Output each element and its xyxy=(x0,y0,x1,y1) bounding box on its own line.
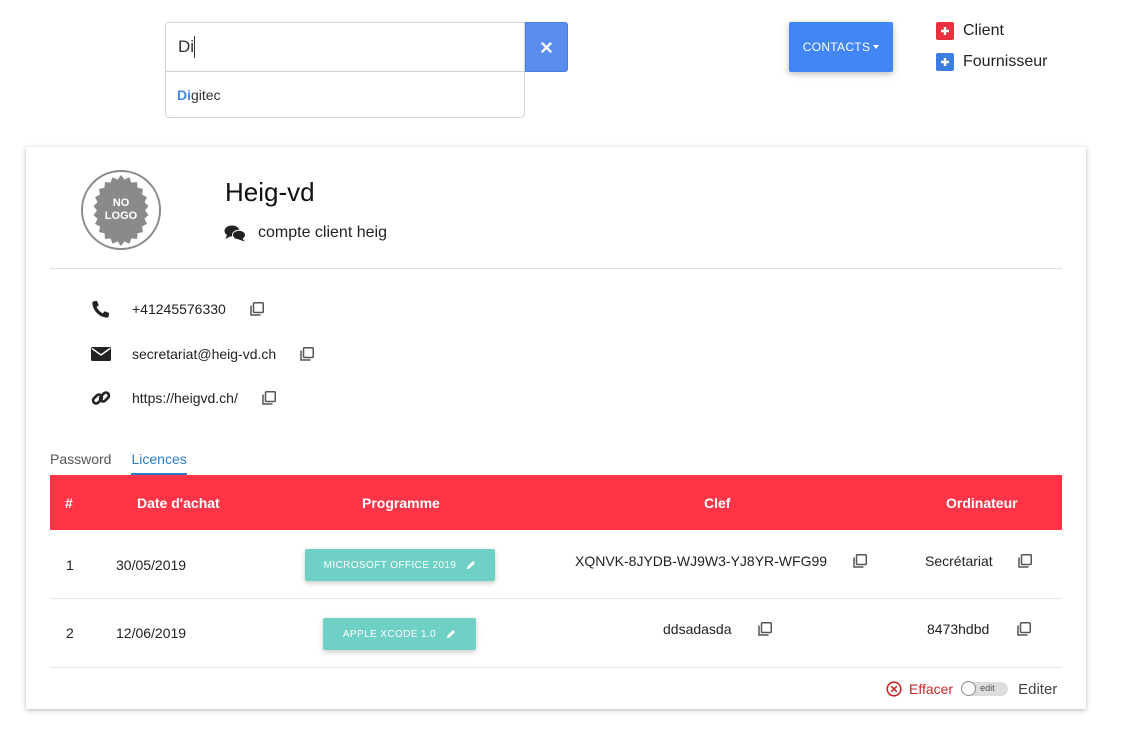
column-header-date: Date d'achat xyxy=(137,494,220,511)
licences-table-header: # Date d'achat Programme Clef Ordinateur xyxy=(50,475,1062,530)
row-date: 30/05/2019 xyxy=(116,557,187,573)
plus-square-icon xyxy=(936,53,954,71)
legend-supplier: Fournisseur xyxy=(936,52,1047,72)
toggle-label: edit xyxy=(980,683,995,693)
suggestion-item[interactable]: Digitec xyxy=(177,87,221,103)
tabs: Password Licences xyxy=(50,451,207,475)
comments-icon xyxy=(224,225,246,241)
website-row: https://heigvd.ch/ xyxy=(90,386,276,410)
phone-value: +41245576330 xyxy=(132,301,226,317)
delete-label: Effacer xyxy=(909,681,954,697)
column-header-number: # xyxy=(65,494,73,511)
copy-icon[interactable] xyxy=(757,622,772,636)
edit-toggle[interactable]: edit xyxy=(961,681,1009,696)
row-computer: 8473hdbd xyxy=(927,621,1032,637)
copy-icon[interactable] xyxy=(250,302,264,316)
phone-row: +41245576330 xyxy=(90,297,264,321)
search-input[interactable] xyxy=(166,23,524,71)
row-key-value: XQNVK-8JYDB-WJ9W3-YJ8YR-WFG99 xyxy=(575,553,828,569)
column-header-computer: Ordinateur xyxy=(946,494,1018,511)
company-comment: compte client heig xyxy=(224,224,387,242)
phone-icon xyxy=(90,300,112,318)
toggle-knob xyxy=(961,681,977,696)
copy-icon[interactable] xyxy=(1017,622,1032,636)
remove-circle-icon xyxy=(886,681,902,697)
row-key: XQNVK-8JYDB-WJ9W3-YJ8YR-WFG99 xyxy=(575,553,868,569)
pencil-icon xyxy=(447,630,456,638)
row-computer-value: 8473hdbd xyxy=(927,621,990,637)
copy-icon[interactable] xyxy=(262,391,276,405)
copy-icon[interactable] xyxy=(300,347,315,361)
row-number: 1 xyxy=(66,557,74,573)
legend-client: Client xyxy=(936,21,1004,41)
divider xyxy=(50,268,1062,269)
suggestion-match: Di xyxy=(177,87,191,103)
company-card: NO LOGO Heig-vd compte client heig +4124… xyxy=(26,147,1086,709)
text-cursor xyxy=(194,36,195,58)
pencil-icon xyxy=(467,561,476,569)
row-key-value: ddsadasda xyxy=(663,621,732,637)
column-header-key: Clef xyxy=(704,494,731,511)
email-row: secretariat@heig-vd.ch xyxy=(90,342,315,366)
program-label: APPLE XCODE 1.0 xyxy=(342,628,437,640)
legend-client-label: Client xyxy=(963,22,1004,39)
row-date: 12/06/2019 xyxy=(116,625,187,641)
link-icon xyxy=(90,388,112,408)
tab-licences[interactable]: Licences xyxy=(131,451,187,475)
program-button[interactable]: MICROSOFT OFFICE 2019 xyxy=(305,549,495,581)
company-comment-text: compte client heig xyxy=(258,224,387,241)
delete-button[interactable]: Effacer xyxy=(886,681,953,697)
search-suggestions: Digitec xyxy=(165,71,525,118)
row-number: 2 xyxy=(66,625,74,641)
table-row: 2 12/06/2019 APPLE XCODE 1.0 ddsadasda 8… xyxy=(50,600,1062,668)
logo-text-line1: NO xyxy=(113,197,130,209)
edit-label: Editer xyxy=(1018,680,1058,698)
program-label: MICROSOFT OFFICE 2019 xyxy=(323,559,457,571)
contacts-dropdown-button[interactable]: CONTACTS xyxy=(789,22,893,72)
row-computer-value: Secrétariat xyxy=(925,553,993,569)
search-input-wrapper[interactable] xyxy=(165,22,525,72)
suggestion-rest: gitec xyxy=(191,87,221,103)
table-row: 1 30/05/2019 MICROSOFT OFFICE 2019 XQNVK… xyxy=(50,531,1062,599)
column-header-program: Programme xyxy=(362,494,440,511)
copy-icon[interactable] xyxy=(1017,554,1032,568)
row-computer: Secrétariat xyxy=(925,553,1032,569)
company-name: Heig-vd xyxy=(225,177,315,207)
legend-supplier-label: Fournisseur xyxy=(963,53,1048,70)
card-footer: Effacer edit Editer xyxy=(886,679,1057,699)
email-value: secretariat@heig-vd.ch xyxy=(132,346,277,362)
envelope-icon xyxy=(90,347,112,361)
clear-search-button[interactable] xyxy=(525,22,568,72)
caret-down-icon xyxy=(873,45,880,49)
contacts-label: CONTACTS xyxy=(802,40,871,54)
company-logo: NO LOGO xyxy=(81,170,161,250)
plus-square-icon xyxy=(936,22,954,40)
program-button[interactable]: APPLE XCODE 1.0 xyxy=(323,618,476,650)
copy-icon[interactable] xyxy=(853,554,868,568)
close-icon xyxy=(541,41,552,53)
row-key: ddsadasda xyxy=(663,621,772,637)
logo-text-line2: LOGO xyxy=(105,210,138,222)
website-value[interactable]: https://heigvd.ch/ xyxy=(132,390,238,406)
tab-password[interactable]: Password xyxy=(50,451,111,475)
